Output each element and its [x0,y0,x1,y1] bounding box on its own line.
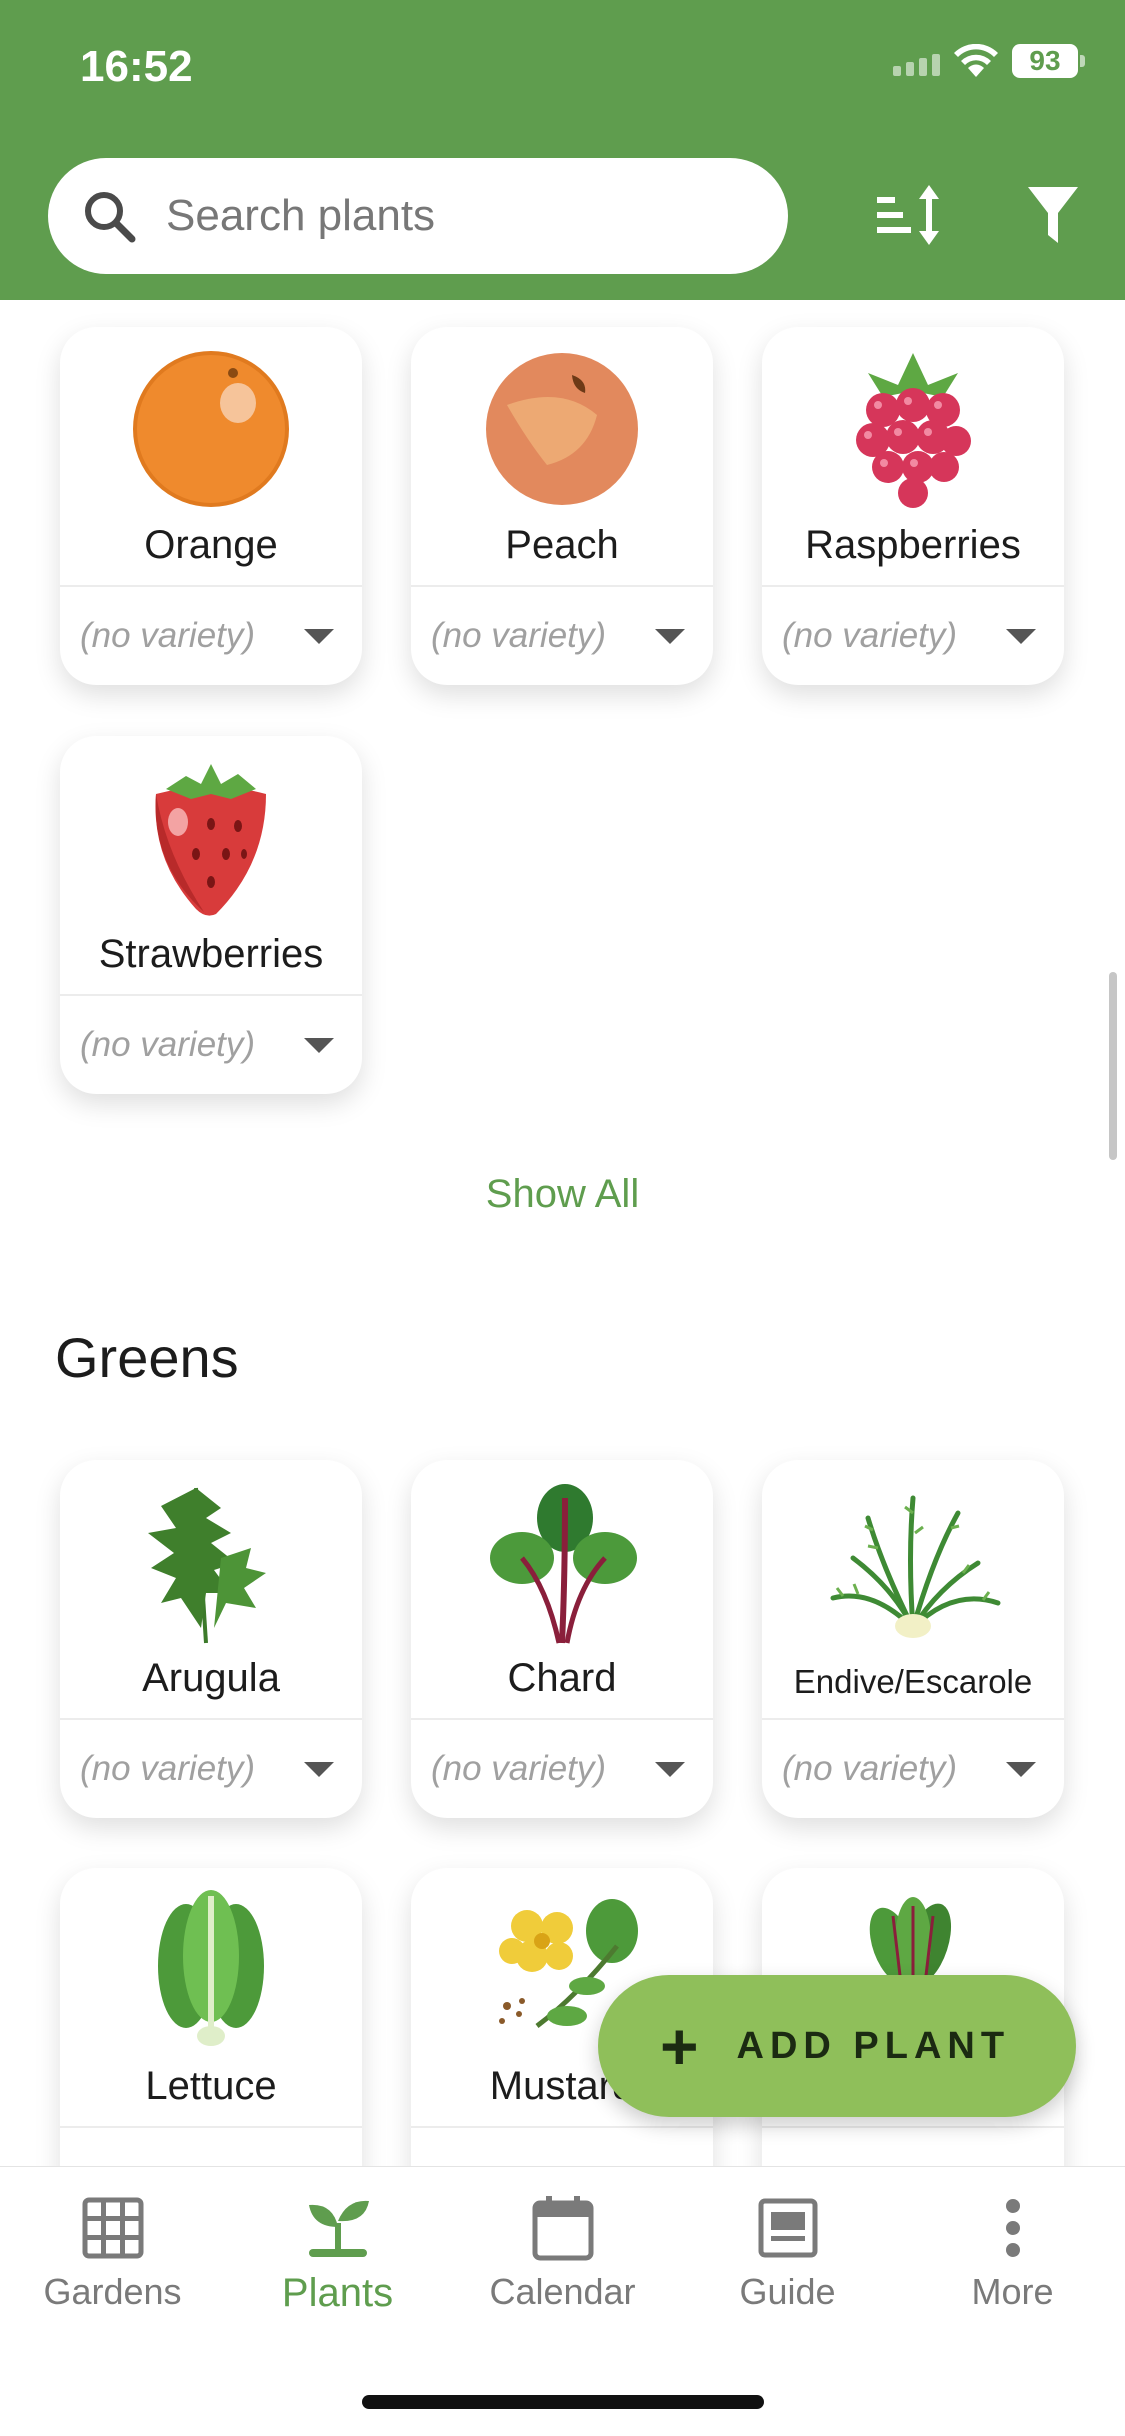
plant-list[interactable]: Orange (no variety) Peach (no variety) R… [0,300,1125,2168]
sort-button[interactable] [868,175,948,255]
chevron-down-icon [1006,629,1036,644]
nav-label: Guide [739,2271,836,2312]
add-plant-button[interactable]: + ADD PLANT [598,1975,1076,2117]
variety-dropdown[interactable]: (no variety) [411,585,713,685]
chevron-down-icon [1006,1762,1036,1777]
chevron-down-icon [655,629,685,644]
plant-card-lettuce[interactable]: Lettuce [60,1868,362,2168]
variety-value: (no variety) [80,616,256,655]
variety-dropdown[interactable]: (no variety) [60,585,362,685]
filter-icon [1028,187,1078,243]
variety-dropdown[interactable]: (no variety) [60,1718,362,1818]
plant-card-strawberries[interactable]: Strawberries (no variety) [60,736,362,1094]
home-indicator [362,2395,764,2409]
nav-guide[interactable]: Guide [675,2193,900,2343]
arugula-icon [148,1487,266,1644]
raspberry-icon [856,353,971,508]
calendar-icon [532,2196,593,2261]
plant-card-endive-escarole[interactable]: Endive/Escarole (no variety) [762,1460,1064,1818]
orange-icon [133,351,289,507]
variety-dropdown[interactable]: (no variety) [60,994,362,1094]
nav-calendar[interactable]: Calendar [450,2193,675,2343]
variety-value: (no variety) [782,616,958,655]
plant-name: Lettuce [145,2064,277,2108]
plant-name: Chard [507,1656,617,1700]
variety-value: (no variety) [431,616,607,655]
status-time: 16:52 [80,42,193,91]
chevron-down-icon [304,629,334,644]
variety-value: (no variety) [782,1749,958,1788]
scrollbar[interactable] [1109,972,1117,1160]
plant-name: Peach [505,523,619,567]
plant-name: Arugula [142,1656,280,1700]
chevron-down-icon [655,1762,685,1777]
plus-icon: + [660,2009,699,2083]
endive-icon [830,1495,1001,1638]
nav-more[interactable]: More [900,2193,1125,2343]
variety-dropdown[interactable] [60,2126,362,2168]
filter-button[interactable] [1013,175,1093,255]
variety-dropdown[interactable] [411,2126,713,2168]
more-icon [1005,2199,1020,2257]
guide-icon [758,2198,817,2258]
nav-label: Calendar [489,2271,636,2312]
plant-name: Endive/Escarole [793,1663,1033,1700]
nav-label: More [971,2271,1054,2312]
plant-card-orange[interactable]: Orange (no variety) [60,327,362,685]
wifi-icon [954,44,998,77]
lettuce-icon [158,1890,264,2046]
status-icons: 93 [893,44,1085,78]
plant-card-peach[interactable]: Peach (no variety) [411,327,713,685]
variety-dropdown[interactable]: (no variety) [411,1718,713,1818]
nav-label: Gardens [43,2271,182,2312]
chevron-down-icon [304,1038,334,1053]
show-all-link[interactable]: Show All [0,1172,1125,1217]
header: 16:52 93 [0,0,1125,300]
plant-name: Strawberries [98,932,324,976]
plant-card-arugula[interactable]: Arugula (no variety) [60,1460,362,1818]
search-bar[interactable] [48,158,788,274]
chevron-down-icon [304,1762,334,1777]
peach-icon [486,353,638,505]
variety-dropdown[interactable]: (no variety) [762,1718,1064,1818]
plant-card-raspberries[interactable]: Raspberries (no variety) [762,327,1064,685]
variety-value: (no variety) [431,1749,607,1788]
plant-card-chard[interactable]: Chard (no variety) [411,1460,713,1818]
search-icon [85,192,136,243]
plant-name: Orange [144,523,278,567]
variety-value: (no variety) [80,1025,256,1064]
sprout-icon [308,2200,369,2257]
plant-name: Raspberries [805,523,1021,567]
nav-plants[interactable]: Plants [225,2193,450,2343]
sort-icon [877,185,939,245]
cellular-signal-icon [893,46,940,76]
strawberry-icon [155,764,266,916]
search-input[interactable] [166,191,726,241]
variety-dropdown[interactable]: (no variety) [762,585,1064,685]
variety-dropdown[interactable] [762,2126,1064,2168]
battery-icon: 93 [1012,44,1085,78]
add-plant-label: ADD PLANT [736,2024,1011,2067]
nav-label: Plants [281,2271,394,2315]
section-title-greens: Greens [55,1326,239,1389]
nav-gardens[interactable]: Gardens [0,2193,225,2343]
chard-icon [490,1484,637,1644]
grid-icon [82,2197,143,2259]
battery-level: 93 [1012,44,1078,78]
variety-value: (no variety) [80,1749,256,1788]
